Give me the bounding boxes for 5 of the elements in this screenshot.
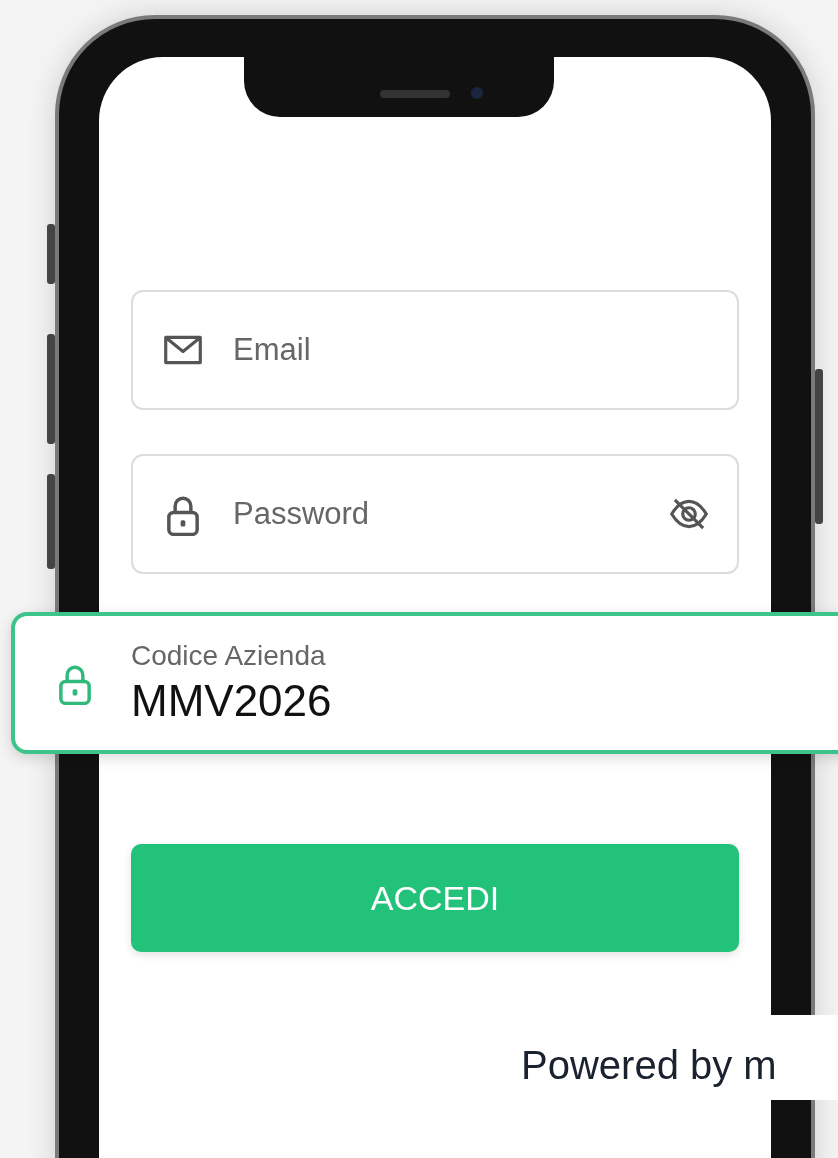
password-input[interactable]: Password bbox=[231, 495, 641, 533]
field-label: Codice Azienda bbox=[131, 640, 327, 672]
email-input[interactable]: Email bbox=[231, 331, 711, 369]
code-input[interactable]: MMV2026 bbox=[131, 676, 531, 726]
company-code-field[interactable]: Codice Azienda MMV2026 bbox=[11, 612, 838, 754]
